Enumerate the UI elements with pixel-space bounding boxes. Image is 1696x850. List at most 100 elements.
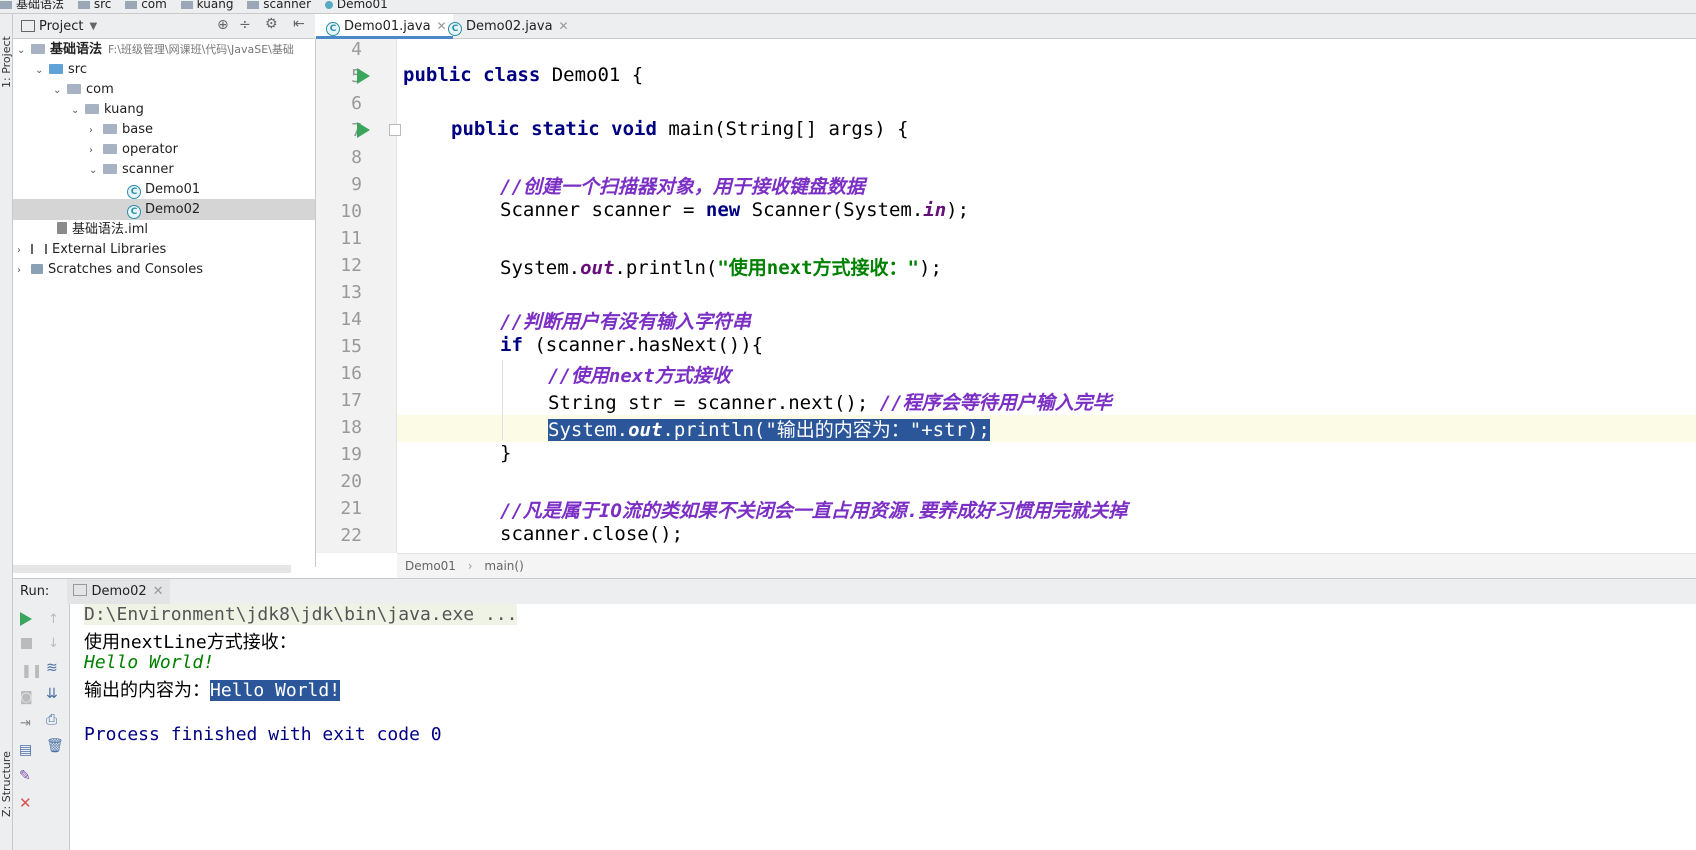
arrow-up-icon[interactable]: ↑: [48, 612, 59, 627]
console-selected-text[interactable]: Hello World!: [210, 680, 341, 701]
chevron-right-icon[interactable]: ›: [89, 120, 99, 141]
line-number: 19: [340, 444, 362, 465]
tree-item-operator[interactable]: › operator: [13, 139, 315, 160]
dump-threads-icon[interactable]: ◙: [20, 690, 33, 705]
horizontal-scrollbar[interactable]: [13, 565, 291, 573]
folder-icon: [0, 0, 12, 9]
package-icon: [67, 84, 81, 94]
tree-item-kuang[interactable]: ⌄ kuang: [13, 99, 315, 120]
navigation-breadcrumb: 基础语法 src com kuang scanner Demo01: [0, 0, 1696, 14]
chevron-down-icon[interactable]: ⌄: [17, 40, 27, 61]
folder-icon: [31, 44, 45, 54]
close-icon[interactable]: ✕: [19, 794, 32, 812]
run-toolbar-primary: ❚❚ ◙ ⇥ ▤ ✎ ✕: [13, 604, 43, 850]
exit-icon[interactable]: ⇥: [20, 716, 31, 731]
package-icon: [103, 144, 117, 154]
code-line-16: //使用next方式接收: [548, 365, 731, 387]
chevron-right-icon[interactable]: ›: [17, 260, 27, 281]
line-number: 11: [340, 228, 362, 249]
arrow-down-icon[interactable]: ↓: [48, 636, 59, 651]
line-number: 14: [340, 309, 362, 330]
run-class-icon[interactable]: [357, 68, 370, 84]
tab-demo02-java[interactable]: C Demo02.java ✕: [438, 14, 575, 38]
locate-icon[interactable]: ⊕: [217, 17, 229, 33]
chevron-down-icon[interactable]: ⌄: [89, 160, 99, 181]
breadcrumb-item[interactable]: src: [77, 0, 111, 10]
line-number: 17: [340, 390, 362, 411]
scratches-icon: [31, 264, 43, 274]
stop-icon[interactable]: [21, 638, 32, 649]
breadcrumb-item[interactable]: com: [125, 0, 167, 10]
folder-icon: [247, 0, 260, 9]
run-main-icon[interactable]: [357, 122, 370, 138]
chevron-right-icon[interactable]: ›: [17, 240, 27, 261]
tree-item-project-root[interactable]: ⌄ 基础语法 F:\班级管理\网课班\代码\JavaSE\基础: [13, 39, 315, 60]
source-folder-icon: [49, 64, 63, 74]
folder-icon: [77, 0, 90, 9]
code-editor[interactable]: [397, 39, 1696, 553]
structure-side-tab[interactable]: Z: Structure: [0, 744, 13, 824]
code-line-5: public class Demo01 {: [403, 64, 644, 86]
chevron-right-icon[interactable]: ›: [89, 140, 99, 161]
code-line-18-selected[interactable]: System.out.println("输出的内容为："+str);: [548, 415, 990, 442]
soft-wrap-icon[interactable]: ≋: [46, 660, 58, 676]
line-number: 20: [340, 471, 362, 492]
project-view-selector[interactable]: Project: [39, 19, 83, 34]
layout-icon[interactable]: ▤: [19, 742, 32, 758]
code-line-12: System.out.println("使用next方式接收：");: [500, 257, 942, 279]
tab-demo01-java[interactable]: C Demo01.java ✕: [316, 14, 453, 39]
tree-item-base[interactable]: › base: [13, 119, 315, 140]
run-tab-demo02[interactable]: Demo02 ✕: [67, 579, 170, 604]
package-icon: [85, 104, 99, 114]
tree-item-src[interactable]: ⌄ src: [13, 59, 315, 80]
left-tool-strip: 1: Project Z: Structure: [0, 14, 13, 850]
tree-item-com[interactable]: ⌄ com: [13, 79, 315, 100]
rerun-icon[interactable]: [20, 612, 32, 626]
tree-item-external-libraries[interactable]: › External Libraries: [13, 239, 315, 260]
scroll-to-end-icon[interactable]: ⇊: [46, 686, 58, 702]
code-line-7: public static void main(String[] args) {: [451, 118, 909, 140]
tree-item-scanner[interactable]: ⌄ scanner: [13, 159, 315, 180]
project-tree: ⌄ 基础语法 F:\班级管理\网课班\代码\JavaSE\基础 ⌄ src ⌄ com …: [13, 39, 316, 573]
chevron-down-icon[interactable]: ⌄: [53, 80, 63, 101]
chevron-down-icon[interactable]: ⌄: [35, 60, 45, 81]
chevron-down-icon[interactable]: ⌄: [71, 100, 81, 121]
console-line: 使用nextLine方式接收：: [84, 632, 297, 653]
line-number: 16: [340, 363, 362, 384]
tree-item-iml[interactable]: 基础语法.iml: [13, 219, 315, 240]
package-icon: [103, 164, 117, 174]
code-line-14: //判断用户有没有输入字符串: [500, 311, 751, 333]
run-panel-header: Run: Demo02 ✕: [13, 578, 1696, 605]
tree-item-demo01[interactable]: C Demo01: [13, 179, 315, 200]
iml-file-icon: [57, 222, 67, 234]
line-number: 7: [351, 120, 362, 141]
trash-icon[interactable]: 🗑: [46, 738, 64, 754]
fold-icon[interactable]: [389, 124, 401, 136]
hide-panel-icon[interactable]: ⇤: [293, 16, 305, 32]
project-side-tab[interactable]: 1: Project: [0, 22, 13, 102]
close-icon[interactable]: ✕: [559, 19, 569, 33]
tree-item-demo02[interactable]: C Demo02: [13, 199, 315, 220]
breadcrumb-item[interactable]: Demo01: [324, 0, 388, 10]
breadcrumb-item[interactable]: 基础语法: [0, 0, 64, 10]
breadcrumb-item[interactable]: kuang: [180, 0, 233, 10]
line-number: 15: [340, 336, 362, 357]
breadcrumb-class[interactable]: Demo01: [405, 559, 456, 573]
pin-icon[interactable]: ✎: [19, 768, 31, 784]
code-line-22: scanner.close();: [500, 523, 684, 545]
project-panel-header: Project ▼ ⊕ ÷ ⚙ ⇤: [13, 14, 315, 39]
collapse-all-icon[interactable]: ÷: [239, 17, 251, 33]
project-view-icon: [21, 20, 35, 32]
console-output-line: 输出的内容为：Hello World!: [84, 680, 341, 701]
library-icon: [31, 244, 47, 254]
gear-icon[interactable]: ⚙: [265, 16, 278, 32]
breadcrumb-item[interactable]: scanner: [247, 0, 311, 10]
print-icon[interactable]: ⎙: [46, 712, 57, 728]
class-icon: [324, 0, 333, 9]
breadcrumb-method[interactable]: main(): [484, 559, 523, 573]
run-label: Run:: [20, 584, 50, 599]
chevron-down-icon[interactable]: ▼: [89, 21, 97, 32]
close-icon[interactable]: ✕: [153, 584, 164, 599]
folder-icon: [125, 0, 138, 9]
tree-item-scratches[interactable]: › Scratches and Consoles: [13, 259, 315, 280]
